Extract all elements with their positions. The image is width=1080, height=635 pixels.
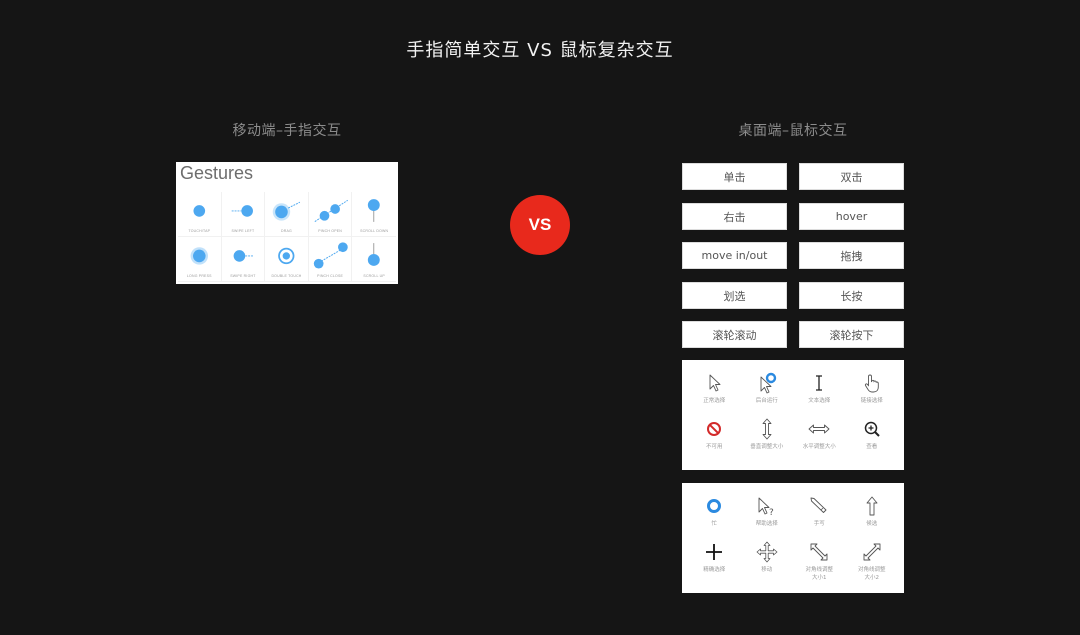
cursor-label: 链接选择 — [860, 398, 883, 404]
interaction-drag: 拖拽 — [799, 242, 904, 269]
cursor-label: 不可用 — [705, 444, 723, 450]
interaction-right-click: 右击 — [682, 203, 787, 230]
gesture-label: SWIPE RIGHT — [230, 274, 256, 278]
gesture-item: LONG PRESS — [178, 237, 222, 282]
alternate-arrow-up-icon — [866, 496, 878, 516]
gesture-label: DRAG — [281, 229, 292, 233]
comparison-slide: 手指简单交互 VS 鼠标复杂交互 移动端–手指交互 桌面端–鼠标交互 Gestu… — [0, 0, 1080, 635]
gesture-label: PINCH CLOSE — [317, 274, 344, 278]
resize-vertical-icon — [762, 418, 772, 440]
gesture-item: SWIPE LEFT — [221, 192, 266, 237]
interaction-wheel-press: 滚轮按下 — [799, 321, 904, 348]
cursor-item: 不可用 — [688, 418, 741, 464]
gesture-item: SWIPE RIGHT — [221, 237, 266, 282]
cursor-label: 候选 — [866, 521, 878, 527]
gesture-item: PINCH CLOSE — [308, 237, 353, 282]
swipe-right-icon — [233, 250, 254, 262]
scroll-down-icon — [368, 199, 381, 222]
cursor-item: 移动 — [741, 541, 794, 587]
cursor-item: 忙 — [688, 495, 741, 541]
desktop-section-title: 桌面端–鼠标交互 — [738, 123, 848, 139]
pinch-close-icon — [313, 242, 348, 269]
interaction-hover: hover — [799, 203, 904, 230]
precision-cross-icon — [706, 544, 723, 560]
interaction-single-click: 单击 — [682, 163, 787, 190]
gesture-label: TOUCH/TAP — [188, 229, 211, 233]
gestures-card: Gestures TOUCH/TAP SWIPE LEFT DRAG PINCH… — [176, 162, 398, 284]
cursor-label: 忙 — [711, 521, 717, 527]
zoom-in-icon — [864, 421, 880, 437]
gesture-item: SCROLL UP — [352, 237, 396, 282]
resize-horizontal-icon — [808, 424, 830, 434]
cursor-item: 精确选择 — [688, 541, 741, 587]
gesture-item: SCROLL DOWN — [352, 192, 396, 237]
arrow-busy-icon — [760, 372, 776, 394]
gesture-item: DOUBLE TOUCH — [265, 237, 309, 282]
cursor-label: 后台运行 — [755, 398, 778, 404]
gestures-card-title: Gestures — [180, 163, 254, 183]
swipe-left-icon — [231, 205, 253, 217]
mobile-section-title: 移动端–手指交互 — [232, 123, 342, 139]
cursor-label: 对角线调整 大小2 — [857, 567, 886, 581]
long-press-icon — [190, 247, 209, 265]
move-icon — [756, 541, 778, 563]
resize-diagonal-1-icon — [810, 543, 828, 561]
tap-icon — [193, 205, 206, 217]
gesture-label: LONG PRESS — [186, 274, 212, 278]
page-title: 手指简单交互 VS 鼠标复杂交互 — [406, 40, 674, 61]
cursor-item: 链接选择 — [846, 372, 899, 418]
gesture-item: PINCH OPEN — [308, 192, 353, 237]
cursor-item: 文本选择 — [793, 372, 846, 418]
double-touch-icon — [278, 247, 295, 265]
gesture-item: TOUCH/TAP — [178, 192, 222, 237]
gesture-label: SCROLL DOWN — [360, 229, 389, 233]
help-select-icon: ? — [758, 497, 774, 517]
cursor-item: 对角线调整 大小2 — [846, 541, 899, 587]
cursor-label: 垂直调整大小 — [750, 444, 784, 450]
svg-text:?: ? — [769, 508, 774, 517]
cursor-panel-2: 忙 ? 帮助选择 手写 候选 精确选择 移动 对角线调整 大小1 对角线调整 大 — [682, 483, 904, 593]
cursor-item: 水平调整大小 — [793, 418, 846, 464]
interaction-select-range: 划选 — [682, 282, 787, 309]
unavailable-icon — [707, 422, 722, 436]
handwriting-pen-icon — [810, 497, 827, 513]
cursor-label: 正常选择 — [703, 398, 726, 404]
gesture-label: SCROLL UP — [363, 274, 385, 278]
busy-ring-icon — [707, 499, 722, 513]
gesture-item: DRAG — [265, 192, 309, 237]
cursor-item: 后台运行 — [741, 372, 794, 418]
cursor-item: 正常选择 — [688, 372, 741, 418]
cursor-item: ? 帮助选择 — [741, 495, 794, 541]
cursor-label: 文本选择 — [808, 398, 831, 404]
cursor-label: 查看 — [866, 444, 878, 450]
interaction-move-in-out: move in/out — [682, 242, 787, 269]
gesture-label: PINCH OPEN — [318, 229, 342, 233]
gesture-label: SWIPE LEFT — [231, 229, 255, 233]
pinch-open-icon — [314, 199, 348, 222]
vs-badge: VS — [510, 195, 570, 255]
cursor-item: 查看 — [846, 418, 899, 464]
gestures-grid: TOUCH/TAP SWIPE LEFT DRAG PINCH OPEN SCR… — [178, 192, 396, 282]
cursor-label: 移动 — [761, 567, 773, 573]
cursor-label: 水平调整大小 — [802, 444, 836, 450]
cursor-label: 手写 — [813, 521, 825, 527]
hand-pointer-icon — [864, 374, 879, 393]
resize-diagonal-2-icon — [863, 543, 881, 561]
cursor-panel-1: 正常选择 后台运行 文本选择 链接选择 不可用 垂直调整大小 水平调整大小 查看 — [682, 360, 904, 470]
arrow-pointer-icon — [709, 374, 721, 392]
scroll-up-icon — [368, 243, 381, 266]
cursor-item: 对角线调整 大小1 — [793, 541, 846, 587]
cursor-item: 候选 — [846, 495, 899, 541]
cursor-item: 垂直调整大小 — [741, 418, 794, 464]
cursor-label: 对角线调整 大小1 — [805, 567, 833, 581]
gesture-label: DOUBLE TOUCH — [271, 274, 302, 278]
text-beam-icon — [816, 375, 823, 391]
interaction-double-click: 双击 — [799, 163, 904, 190]
drag-icon — [272, 201, 301, 221]
cursor-item: 手写 — [793, 495, 846, 541]
interaction-long-press: 长按 — [799, 282, 904, 309]
cursor-label: 精确选择 — [703, 567, 726, 573]
cursor-label: 帮助选择 — [755, 521, 778, 527]
interaction-wheel-scroll: 滚轮滚动 — [682, 321, 787, 348]
